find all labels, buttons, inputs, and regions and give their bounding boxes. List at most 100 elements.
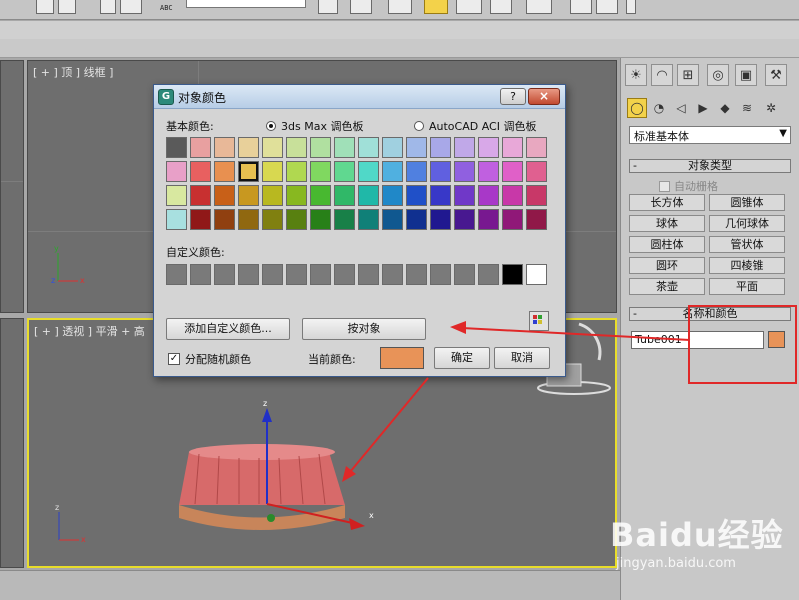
- color-swatch[interactable]: [310, 161, 331, 182]
- cone-button[interactable]: 圆锥体: [709, 194, 785, 211]
- color-swatch[interactable]: [478, 209, 499, 230]
- plane-button[interactable]: 平面: [709, 278, 785, 295]
- custom-color-swatch[interactable]: [526, 264, 547, 285]
- color-swatch[interactable]: [526, 137, 547, 158]
- custom-color-swatch[interactable]: [382, 264, 403, 285]
- color-swatch[interactable]: [286, 185, 307, 206]
- rotate-icon[interactable]: [100, 0, 116, 14]
- color-swatch[interactable]: [502, 185, 523, 206]
- sphere-button[interactable]: 球体: [629, 215, 705, 232]
- pyramid-button[interactable]: 四棱锥: [709, 257, 785, 274]
- color-swatch[interactable]: [430, 137, 451, 158]
- cameras-icon[interactable]: ▶: [693, 98, 713, 118]
- lights-icon[interactable]: ◁: [671, 98, 691, 118]
- custom-color-swatch[interactable]: [478, 264, 499, 285]
- random-color-checkbox[interactable]: ✓ 分配随机颜色: [168, 351, 251, 367]
- color-swatch[interactable]: [310, 209, 331, 230]
- hierarchy-tab-icon[interactable]: ⊞: [677, 64, 699, 86]
- tube-button[interactable]: 管状体: [709, 236, 785, 253]
- display-tab-icon[interactable]: ▣: [735, 64, 757, 86]
- selection-set-field[interactable]: [186, 0, 306, 8]
- custom-color-swatch[interactable]: [454, 264, 475, 285]
- color-swatch[interactable]: [358, 161, 379, 182]
- color-swatch[interactable]: [214, 209, 235, 230]
- color-swatch[interactable]: [214, 137, 235, 158]
- autogrid-checkbox[interactable]: 自动栅格: [659, 178, 718, 194]
- color-swatch[interactable]: [406, 185, 427, 206]
- color-swatch[interactable]: [166, 137, 187, 158]
- custom-color-swatch[interactable]: [310, 264, 331, 285]
- color-swatch[interactable]: [454, 185, 475, 206]
- custom-color-swatch[interactable]: [286, 264, 307, 285]
- color-swatch[interactable]: [382, 161, 403, 182]
- radio-3dsmax-palette[interactable]: 3ds Max 调色板: [266, 118, 363, 134]
- cylinder-button[interactable]: 圆柱体: [629, 236, 705, 253]
- layer-icon[interactable]: [388, 0, 412, 14]
- close-button[interactable]: ×: [528, 88, 560, 105]
- timeline-strip[interactable]: [0, 570, 620, 600]
- color-swatch[interactable]: [286, 137, 307, 158]
- move-icon[interactable]: [58, 0, 76, 14]
- add-custom-color-button[interactable]: 添加自定义颜色...: [166, 318, 290, 340]
- cancel-button[interactable]: 取消: [494, 347, 550, 369]
- color-swatch[interactable]: [190, 137, 211, 158]
- box-button[interactable]: 长方体: [629, 194, 705, 211]
- utilities-tab-icon[interactable]: ⚒: [765, 64, 787, 86]
- color-picker-icon[interactable]: [529, 311, 549, 331]
- viewport-perspective-label[interactable]: [ + ] 透视 ] 平滑 + 高: [34, 323, 145, 339]
- color-swatch[interactable]: [454, 161, 475, 182]
- spelling-icon[interactable]: ABC: [160, 4, 173, 12]
- custom-color-swatch[interactable]: [358, 264, 379, 285]
- color-swatch[interactable]: [238, 161, 259, 182]
- color-swatch[interactable]: [238, 209, 259, 230]
- shapes-icon[interactable]: ◔: [649, 98, 669, 118]
- color-swatch[interactable]: [382, 185, 403, 206]
- geosphere-button[interactable]: 几何球体: [709, 215, 785, 232]
- color-swatch[interactable]: [238, 137, 259, 158]
- color-swatch[interactable]: [310, 185, 331, 206]
- color-swatch[interactable]: [406, 161, 427, 182]
- color-swatch[interactable]: [310, 137, 331, 158]
- helpers-icon[interactable]: ◆: [715, 98, 735, 118]
- current-color-swatch[interactable]: [380, 347, 424, 369]
- custom-color-swatch[interactable]: [502, 264, 523, 285]
- color-swatch[interactable]: [262, 209, 283, 230]
- color-swatch[interactable]: [430, 161, 451, 182]
- torus-button[interactable]: 圆环: [629, 257, 705, 274]
- systems-icon[interactable]: ✲: [761, 98, 781, 118]
- color-swatch[interactable]: [406, 209, 427, 230]
- color-swatch[interactable]: [334, 161, 355, 182]
- custom-color-swatch[interactable]: [166, 264, 187, 285]
- color-swatch[interactable]: [382, 137, 403, 158]
- render-frame-icon[interactable]: [570, 0, 592, 14]
- color-swatch[interactable]: [358, 209, 379, 230]
- material-icon[interactable]: [490, 0, 512, 14]
- modify-tab-icon[interactable]: ◠: [651, 64, 673, 86]
- toolbar-end-icon[interactable]: [626, 0, 636, 14]
- color-swatch[interactable]: [502, 161, 523, 182]
- color-swatch[interactable]: [166, 209, 187, 230]
- render-setup-icon[interactable]: [526, 0, 552, 14]
- viewport-left-edge-bottom[interactable]: [0, 318, 24, 568]
- select-icon[interactable]: [36, 0, 54, 14]
- color-swatch[interactable]: [166, 185, 187, 206]
- color-swatch[interactable]: [262, 137, 283, 158]
- color-swatch[interactable]: [502, 137, 523, 158]
- color-swatch[interactable]: [286, 161, 307, 182]
- color-swatch[interactable]: [526, 161, 547, 182]
- curve-icon[interactable]: [424, 0, 448, 14]
- color-swatch[interactable]: [478, 185, 499, 206]
- custom-color-swatch[interactable]: [238, 264, 259, 285]
- color-swatch[interactable]: [502, 209, 523, 230]
- color-swatch[interactable]: [526, 185, 547, 206]
- mirror-icon[interactable]: [318, 0, 338, 14]
- color-swatch[interactable]: [214, 185, 235, 206]
- color-swatch[interactable]: [262, 161, 283, 182]
- color-swatch[interactable]: [430, 185, 451, 206]
- color-swatch[interactable]: [190, 161, 211, 182]
- color-swatch[interactable]: [454, 137, 475, 158]
- tube-object[interactable]: z x: [159, 400, 409, 540]
- spacewarps-icon[interactable]: ≋: [737, 98, 757, 118]
- geometry-icon[interactable]: ◯: [627, 98, 647, 118]
- viewport-top-label[interactable]: [ + ] 顶 ] 线框 ]: [33, 64, 113, 80]
